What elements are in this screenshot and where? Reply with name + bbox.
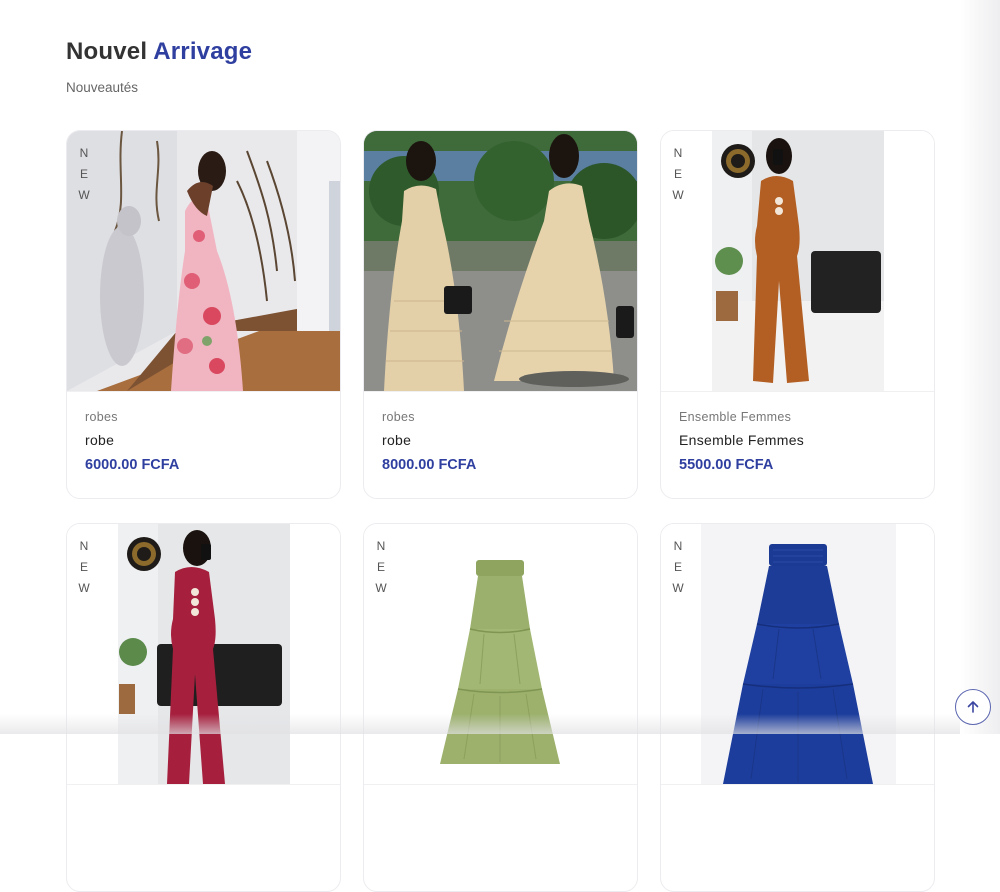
product-image[interactable]: N E W	[67, 131, 340, 391]
new-badge: N E W	[375, 536, 387, 599]
new-badge-letter: N	[376, 539, 386, 553]
product-card[interactable]: N E W	[66, 523, 341, 892]
new-badge-letter: W	[78, 581, 90, 595]
product-info	[364, 784, 637, 891]
title-part1: Nouvel	[66, 38, 148, 65]
beige-pleated-dress-photo	[364, 131, 637, 391]
new-badge-letter: W	[78, 188, 90, 202]
new-badge-letter: E	[79, 560, 88, 574]
product-info: robes robe 8000.00 FCFA	[364, 391, 637, 498]
new-badge-letter: N	[673, 146, 683, 160]
new-badge: N E W	[672, 143, 684, 206]
new-badge-letter: E	[376, 560, 385, 574]
rust-jumpsuit-set-photo	[661, 131, 934, 391]
new-badge-letter: E	[79, 167, 88, 181]
new-badge-letter: W	[375, 581, 387, 595]
product-card[interactable]: N E W Ensemble Femmes Ensemble Femmes 55…	[660, 130, 935, 499]
product-image[interactable]: N E W	[661, 131, 934, 391]
product-card[interactable]: N E W	[660, 523, 935, 892]
product-info	[67, 784, 340, 891]
product-image[interactable]: N E W	[661, 524, 934, 784]
new-badge-letter: E	[673, 167, 682, 181]
new-badge-letter: N	[673, 539, 683, 553]
section-header: Nouvel Arrivage Nouveautés	[66, 38, 252, 95]
page-edge-shade	[960, 0, 1000, 734]
product-category[interactable]: robes	[85, 410, 322, 424]
blue-tiered-skirt-photo	[661, 524, 934, 784]
title-accent: Arrivage	[153, 38, 253, 65]
product-price: 5500.00 FCFA	[679, 457, 774, 473]
new-badge-letter: N	[79, 539, 89, 553]
product-image[interactable]	[364, 131, 637, 391]
arrow-up-icon	[967, 701, 979, 713]
section-subtitle: Nouveautés	[66, 80, 139, 95]
product-card[interactable]: robes robe 8000.00 FCFA	[363, 130, 638, 499]
product-category[interactable]: robes	[382, 410, 619, 424]
product-price: 8000.00 FCFA	[382, 457, 477, 473]
product-card[interactable]: N E W	[66, 130, 341, 499]
product-name[interactable]: robe	[85, 432, 322, 448]
product-name[interactable]: Ensemble Femmes	[679, 432, 916, 448]
product-info: robes robe 6000.00 FCFA	[67, 391, 340, 498]
new-badge-letter: W	[672, 581, 684, 595]
green-tiered-skirt-photo	[364, 524, 637, 784]
product-image[interactable]: N E W	[364, 524, 637, 784]
scroll-to-top-button[interactable]	[955, 689, 991, 725]
section-title: Nouvel Arrivage	[66, 38, 252, 66]
new-badge: N E W	[672, 536, 684, 599]
new-badge-letter: E	[673, 560, 682, 574]
product-image[interactable]: N E W	[67, 524, 340, 784]
new-badge-letter: N	[79, 146, 89, 160]
new-badge: N E W	[78, 143, 90, 206]
product-name[interactable]: robe	[382, 432, 619, 448]
new-badge-letter: W	[672, 188, 684, 202]
new-badge: N E W	[78, 536, 90, 599]
burgundy-jumpsuit-set-photo	[67, 524, 340, 784]
floral-maxi-dress-photo	[67, 131, 340, 391]
product-info	[661, 784, 934, 891]
product-grid: N E W robes robe 6000.00 FCFA robes robe…	[66, 130, 935, 892]
product-info: Ensemble Femmes Ensemble Femmes 5500.00 …	[661, 391, 934, 498]
product-price: 6000.00 FCFA	[85, 457, 180, 473]
product-category[interactable]: Ensemble Femmes	[679, 410, 916, 424]
product-card[interactable]: N E W	[363, 523, 638, 892]
